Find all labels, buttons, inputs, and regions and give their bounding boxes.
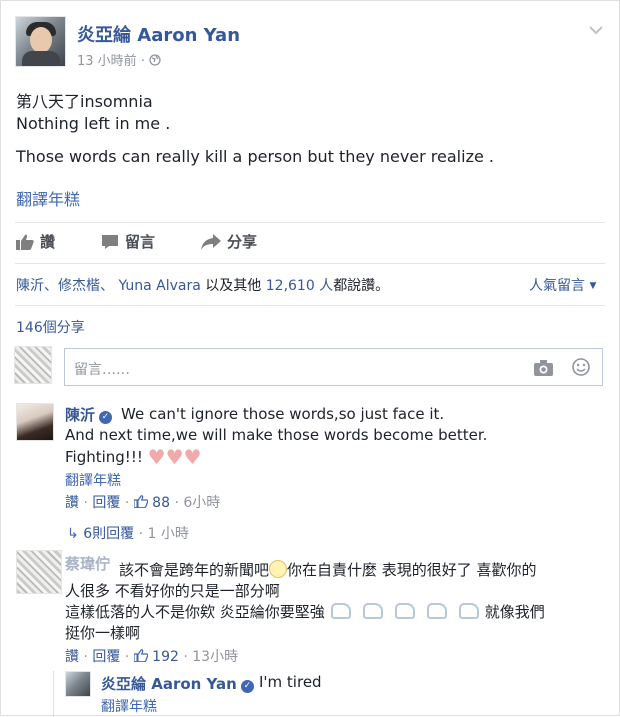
emoji-icon[interactable] (572, 358, 590, 376)
comment-time[interactable]: 6小時 (183, 495, 220, 511)
comment-actions: 讚 · 回覆 · 192 · 13小時 (65, 649, 239, 665)
comment-button[interactable]: 留言 (101, 231, 155, 252)
sort-dropdown[interactable]: 人氣留言 ▼ (529, 275, 596, 295)
comment-reply-link[interactable]: 回覆 (92, 495, 120, 511)
verified-badge-icon: ✓ (240, 680, 254, 693)
comment-input-placeholder: 留言…… (74, 362, 130, 378)
reply-translate-link[interactable]: 翻譯年糕 (101, 696, 157, 716)
facebook-post: 炎亞綸 Aaron Yan 13 小時前 · 第八天了insomnia Noth… (0, 0, 620, 717)
heart-emoji-icon: ♥ (165, 445, 184, 469)
chevron-down-icon[interactable] (589, 25, 603, 35)
fist-emoji-icon (394, 603, 415, 619)
caret-down-icon: ▼ (589, 281, 597, 291)
comment-line: 這樣低落的人不是你欸 炎亞綸你要堅強 就像我們 (65, 603, 545, 621)
comment-like-count[interactable]: 88 (133, 495, 170, 511)
comment-line: We can't ignore those words,so just face… (121, 405, 445, 423)
comment-actions: 讚 · 回覆 · 88 · 6小時 (65, 495, 221, 511)
viewer-avatar (14, 346, 52, 384)
fist-emoji-icon (426, 603, 447, 619)
share-arrow-icon (201, 233, 221, 250)
reply-avatar[interactable] (65, 671, 91, 697)
comment-line: 挺你一樣啊 (65, 624, 141, 642)
comment-line: Fighting!!! ♥♥♥ (65, 445, 202, 469)
comment-line: 該不會是跨年的新聞吧 你在自責什麼 表現的很好了 喜歡你的 (119, 560, 537, 579)
verified-badge-icon: ✓ (99, 411, 113, 424)
comment-input[interactable]: 留言…… (64, 348, 603, 386)
post-line-1: 第八天了insomnia (16, 92, 153, 111)
post-meta: 13 小時前 · (77, 50, 161, 69)
shares-link[interactable]: 146個分享 (16, 317, 85, 337)
reply-arrow-icon: ↳ (67, 526, 79, 542)
divider (15, 263, 605, 264)
like-button[interactable]: 讚 (16, 231, 55, 252)
thumbs-up-icon (133, 495, 149, 509)
heart-emoji-icon: ♥ (147, 445, 166, 469)
fist-emoji-icon (362, 603, 383, 619)
comment-line: 人很多 不看好你的只是一部分啊 (65, 582, 280, 600)
pensive-face-emoji-icon (269, 560, 288, 578)
globe-icon (149, 54, 161, 66)
reply-author-name[interactable]: 炎亞綸 Aaron Yan ✓ (101, 673, 254, 694)
likers-count[interactable]: 12,610 人 (266, 278, 333, 294)
comment-reply-link[interactable]: 回覆 (92, 649, 120, 665)
author-name[interactable]: 炎亞綸 Aaron Yan (77, 21, 240, 47)
comment-translate-link[interactable]: 翻譯年糕 (65, 470, 121, 490)
post-line-3: Those words can really kill a person but… (16, 147, 494, 166)
camera-icon[interactable] (534, 360, 553, 376)
divider (15, 222, 605, 223)
thumbs-up-icon (16, 234, 34, 250)
fist-emoji-icon (330, 603, 351, 619)
post-time[interactable]: 13 小時前 (77, 54, 137, 69)
heart-emoji-icon: ♥ (183, 445, 202, 469)
comment-like-link[interactable]: 讚 (65, 495, 79, 511)
likers-names[interactable]: 陳沂、修杰楷、 Yuna Alvara (16, 278, 201, 294)
commenter-avatar[interactable] (16, 550, 62, 594)
comment-like-count[interactable]: 192 (133, 649, 179, 665)
commenter-name[interactable]: 陳沂 ✓ (65, 404, 113, 425)
fist-emoji-icon (458, 603, 479, 619)
post-line-2: Nothing left in me . (16, 114, 171, 133)
commenter-name[interactable]: 蔡瑋佇 (65, 553, 110, 574)
reply-thread-line (53, 671, 54, 717)
view-replies-link[interactable]: ↳ 6則回覆 · 1 小時 (67, 523, 189, 543)
reply-text: I'm tired (259, 673, 322, 691)
author-avatar[interactable] (15, 16, 66, 67)
comment-line: And next time,we will make those words b… (65, 426, 488, 444)
speech-bubble-icon (102, 234, 118, 249)
commenter-avatar[interactable] (16, 403, 54, 441)
divider (15, 305, 605, 306)
comment-time[interactable]: 13小時 (192, 649, 238, 665)
translate-link[interactable]: 翻譯年糕 (16, 186, 80, 210)
comment-like-link[interactable]: 讚 (65, 649, 79, 665)
share-button[interactable]: 分享 (201, 231, 257, 252)
likes-summary: 陳沂、修杰楷、 Yuna Alvara 以及其他 12,610 人都說讚。 (16, 278, 390, 294)
thumbs-up-icon (133, 649, 149, 663)
